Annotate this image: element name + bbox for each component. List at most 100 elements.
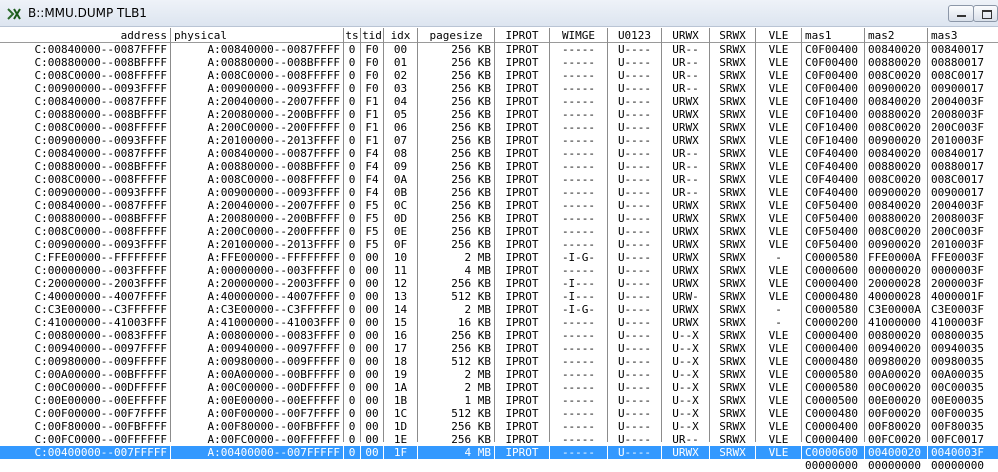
table-row[interactable]: C:00880000--008BFFFF A:20080000--200BFFFF… — [0, 212, 998, 225]
cell-tid: F0 — [365, 43, 379, 56]
table-row[interactable]: C:40000000--4007FFFF A:40000000--4007FFFF… — [0, 290, 998, 303]
cell-idx: 1F — [384, 446, 417, 459]
table-row[interactable]: C:008C0000--008FFFFF A:008C0000--008FFFFF… — [0, 173, 998, 186]
tlb-table[interactable]: address physical ts tid idx pagesize IPROT WIMG… — [0, 28, 998, 472]
table-row[interactable]: C:C3E00000--C3FFFFFF A:C3E00000--C3FFFFFF… — [0, 303, 998, 316]
cell-pagesize: 4 MB — [464, 264, 492, 277]
cell-idx: 17 — [393, 342, 408, 355]
table-row[interactable]: 00000000 00000000 00000000 — [0, 459, 998, 472]
cell-idx: 13 — [393, 290, 408, 303]
cell-pagesize — [418, 459, 494, 472]
table-row[interactable]: C:00900000--0093FFFF A:00900000--0093FFFF… — [0, 186, 998, 199]
cell-iprot: IPROT — [505, 329, 539, 342]
cell-wimge: ----- — [561, 69, 596, 82]
cell-mas1: C0F10400 — [805, 121, 858, 134]
column-header-urwx[interactable]: URWX — [662, 28, 709, 43]
cell-idx: 09 — [393, 160, 408, 173]
cell-iprot: IPROT — [505, 43, 539, 56]
column-header-tid[interactable]: tid — [361, 28, 383, 43]
cell-iprot: IPROT — [505, 407, 539, 420]
table-row[interactable]: C:00940000--0097FFFF A:00940000--0097FFFF… — [0, 342, 998, 355]
column-header-ts[interactable]: ts — [344, 28, 360, 43]
cell-u0123: U---- — [617, 147, 652, 160]
cell-mas3: 2004003F — [931, 95, 984, 108]
minimize-button[interactable] — [948, 5, 974, 22]
cell-ts: 0 — [348, 355, 356, 368]
column-header-pagesize[interactable]: pagesize — [418, 28, 494, 43]
cell-srwx: SRWX — [719, 355, 746, 368]
cell-urwx: UR-- — [672, 82, 699, 95]
table-row[interactable]: C:00880000--008BFFFF A:20080000--200BFFFF… — [0, 108, 998, 121]
table-row[interactable]: C:00900000--0093FFFF A:20100000--2013FFFF… — [0, 134, 998, 147]
cell-mas2: 008C0020 — [868, 225, 921, 238]
cell-idx: 14 — [393, 303, 408, 316]
table-row[interactable]: C:20000000--2003FFFF A:20000000--2003FFFF… — [0, 277, 998, 290]
table-row[interactable]: C:00F00000--00F7FFFF A:00F00000--00F7FFFF… — [0, 407, 998, 420]
cell-wimge: ----- — [561, 212, 596, 225]
cell-urwx: U--X — [672, 394, 699, 407]
cell-tid: F1 — [365, 134, 379, 147]
table-row[interactable]: C:00840000--0087FFFF A:00840000--0087FFFF… — [0, 147, 998, 160]
table-row[interactable]: C:00880000--008BFFFF A:00880000--008BFFFF… — [0, 56, 998, 69]
table-row[interactable]: C:41000000--41003FFF A:41000000--41003FFF… — [0, 316, 998, 329]
table-row[interactable]: C:00F80000--00FBFFFF A:00F80000--00FBFFFF… — [0, 420, 998, 433]
table-row[interactable]: C:00880000--008BFFFF A:00880000--008BFFFF… — [0, 160, 998, 173]
cell-srwx: SRWX — [719, 329, 746, 342]
table-row[interactable]: C:008C0000--008FFFFF A:200C0000--200FFFFF… — [0, 121, 998, 134]
cell-wimge: ----- — [561, 121, 596, 134]
cell-pagesize: 256 KB — [451, 121, 491, 134]
table-row[interactable]: C:00E00000--00EFFFFF A:00E00000--00EFFFFF… — [0, 394, 998, 407]
column-header-address[interactable]: address — [0, 28, 170, 43]
column-divider — [755, 28, 756, 442]
cell-u0123: U---- — [617, 43, 652, 56]
table-header[interactable]: address physical ts tid idx pagesize IPROT WIMG… — [0, 28, 998, 43]
column-header-u0123[interactable]: U0123 — [608, 28, 661, 43]
cell-tid: 00 — [365, 433, 379, 446]
maximize-button[interactable] — [973, 5, 998, 22]
table-row[interactable]: C:00400000--007FFFFF A:00400000--007FFFFF… — [0, 446, 998, 459]
table-row[interactable]: C:00900000--0093FFFF A:20100000--2013FFFF… — [0, 238, 998, 251]
column-header-mas3[interactable]: mas3 — [928, 28, 998, 43]
column-header-srwx[interactable]: SRWX — [710, 28, 755, 43]
cell-mas2: 00F00020 — [868, 407, 921, 420]
cell-mas1: C0000400 — [805, 433, 858, 446]
table-row[interactable]: C:00000000--003FFFFF A:00000000--003FFFFF… — [0, 264, 998, 277]
table-row[interactable]: C:00800000--0083FFFF A:00800000--0083FFFF… — [0, 329, 998, 342]
table-row[interactable]: C:00A00000--00BFFFFF A:00A00000--00BFFFFF… — [0, 368, 998, 381]
table-row[interactable]: C:00900000--0093FFFF A:00900000--0093FFFF… — [0, 82, 998, 95]
cell-mas2: 00840020 — [868, 95, 921, 108]
cell-ts: 0 — [348, 160, 356, 173]
cell-pagesize: 256 KB — [451, 160, 491, 173]
cell-mas3: 00800035 — [931, 329, 984, 342]
column-header-physical[interactable]: physical — [171, 28, 343, 43]
table-row[interactable]: C:00C00000--00DFFFFF A:00C00000--00DFFFFF… — [0, 381, 998, 394]
table-row[interactable]: C:00840000--0087FFFF A:00840000--0087FFFF… — [0, 43, 998, 56]
column-header-idx[interactable]: idx — [384, 28, 417, 43]
table-row[interactable]: C:00840000--0087FFFF A:20040000--2007FFFF… — [0, 199, 998, 212]
cell-address: C:00FC0000--00FFFFFF — [34, 433, 167, 446]
cell-urwx: URWX — [672, 108, 699, 121]
table-row[interactable]: C:00FC0000--00FFFFFF A:00FC0000--00FFFFFF… — [0, 433, 998, 446]
column-header-wimge[interactable]: WIMGE — [550, 28, 607, 43]
table-row[interactable]: C:FFE00000--FFFFFFFF A:FFE00000--FFFFFFFF… — [0, 251, 998, 264]
cell-address: C:40000000--4007FFFF — [34, 290, 167, 303]
column-header-vle[interactable]: VLE — [756, 28, 801, 43]
table-row[interactable]: C:00980000--009FFFFF A:00980000--009FFFFF… — [0, 355, 998, 368]
table-row[interactable]: C:00840000--0087FFFF A:20040000--2007FFFF… — [0, 95, 998, 108]
cell-ts: 0 — [348, 290, 356, 303]
cell-urwx: URWX — [672, 238, 699, 251]
cell-wimge: ----- — [561, 43, 596, 56]
cell-physical: A:20080000--200BFFFF — [207, 108, 340, 121]
column-header-mas1[interactable]: mas1 — [802, 28, 864, 43]
minimize-icon — [957, 15, 966, 17]
table-row[interactable]: C:008C0000--008FFFFF A:200C0000--200FFFFF… — [0, 225, 998, 238]
cell-ts: 0 — [348, 316, 356, 329]
cell-vle: VLE — [768, 355, 789, 368]
cell-urwx: U--X — [672, 342, 699, 355]
column-header-iprot[interactable]: IPROT — [495, 28, 549, 43]
cell-mas2: 00F80020 — [868, 420, 921, 433]
cell-address: C:00800000--0083FFFF — [34, 329, 167, 342]
column-header-mas2[interactable]: mas2 — [865, 28, 927, 43]
cell-mas3: 0000003F — [931, 264, 984, 277]
table-row[interactable]: C:008C0000--008FFFFF A:008C0000--008FFFFF… — [0, 69, 998, 82]
